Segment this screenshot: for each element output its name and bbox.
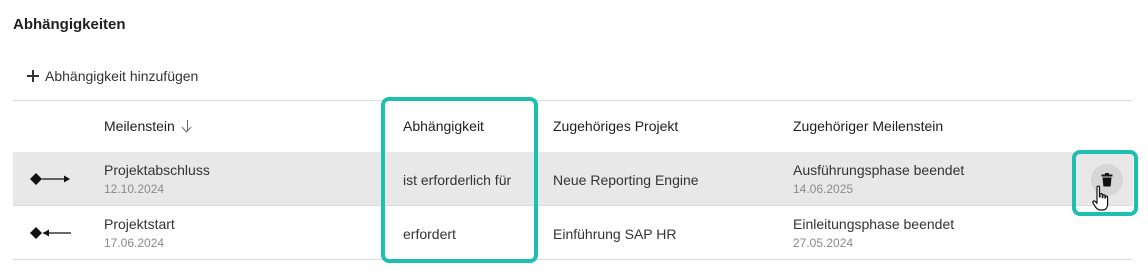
milestone-date: 17.06.2024 bbox=[104, 236, 165, 250]
milestone-name: Projektstart bbox=[104, 216, 175, 232]
dependency-type: erfordert bbox=[403, 226, 456, 242]
related-milestone-name: Einleitungsphase beendet bbox=[793, 216, 955, 232]
column-header-related-milestone[interactable]: Zugehöriger Meilenstein bbox=[793, 118, 943, 134]
hand-pointer-icon bbox=[1092, 185, 1109, 211]
related-project: Einführung SAP HR bbox=[553, 226, 677, 242]
add-dependency-button[interactable]: Abhängigkeit hinzufügen bbox=[27, 66, 198, 86]
related-milestone-date: 14.06.2025 bbox=[793, 182, 854, 196]
row-divider bbox=[13, 259, 1133, 260]
related-milestone-name: Ausführungsphase beendet bbox=[793, 162, 965, 178]
table-row[interactable]: Projektabschluss 12.10.2024 ist erforder… bbox=[13, 152, 1133, 205]
add-dependency-label: Abhängigkeit hinzufügen bbox=[45, 68, 199, 84]
column-header-related-milestone-label: Zugehöriger Meilenstein bbox=[793, 118, 944, 134]
milestone-name: Projektabschluss bbox=[104, 162, 210, 178]
arrow-left-icon bbox=[30, 227, 71, 239]
table-row[interactable]: Projektstart 17.06.2024 erfordert Einfüh… bbox=[13, 206, 1133, 259]
plus-icon bbox=[27, 70, 39, 82]
column-header-project-label: Zugehöriges Projekt bbox=[553, 118, 679, 134]
column-header-dependency-label: Abhängigkeit bbox=[403, 118, 484, 134]
column-header-dependency[interactable]: Abhängigkeit bbox=[403, 118, 484, 134]
column-header-milestone-label: Meilenstein bbox=[104, 118, 175, 134]
milestone-date: 12.10.2024 bbox=[104, 182, 165, 196]
related-project: Neue Reporting Engine bbox=[553, 172, 699, 188]
arrow-down-icon[interactable] bbox=[182, 119, 194, 133]
related-milestone-date: 27.05.2024 bbox=[793, 236, 854, 250]
table-header: Meilenstein Abhängigkeit Zugehöriges Pro… bbox=[13, 100, 1133, 152]
column-header-milestone[interactable]: Meilenstein bbox=[104, 118, 194, 134]
section-title: Abhängigkeiten bbox=[13, 16, 126, 33]
column-header-project[interactable]: Zugehöriges Projekt bbox=[553, 118, 678, 134]
dependency-type: ist erforderlich für bbox=[403, 172, 512, 188]
arrow-right-icon bbox=[30, 173, 70, 185]
